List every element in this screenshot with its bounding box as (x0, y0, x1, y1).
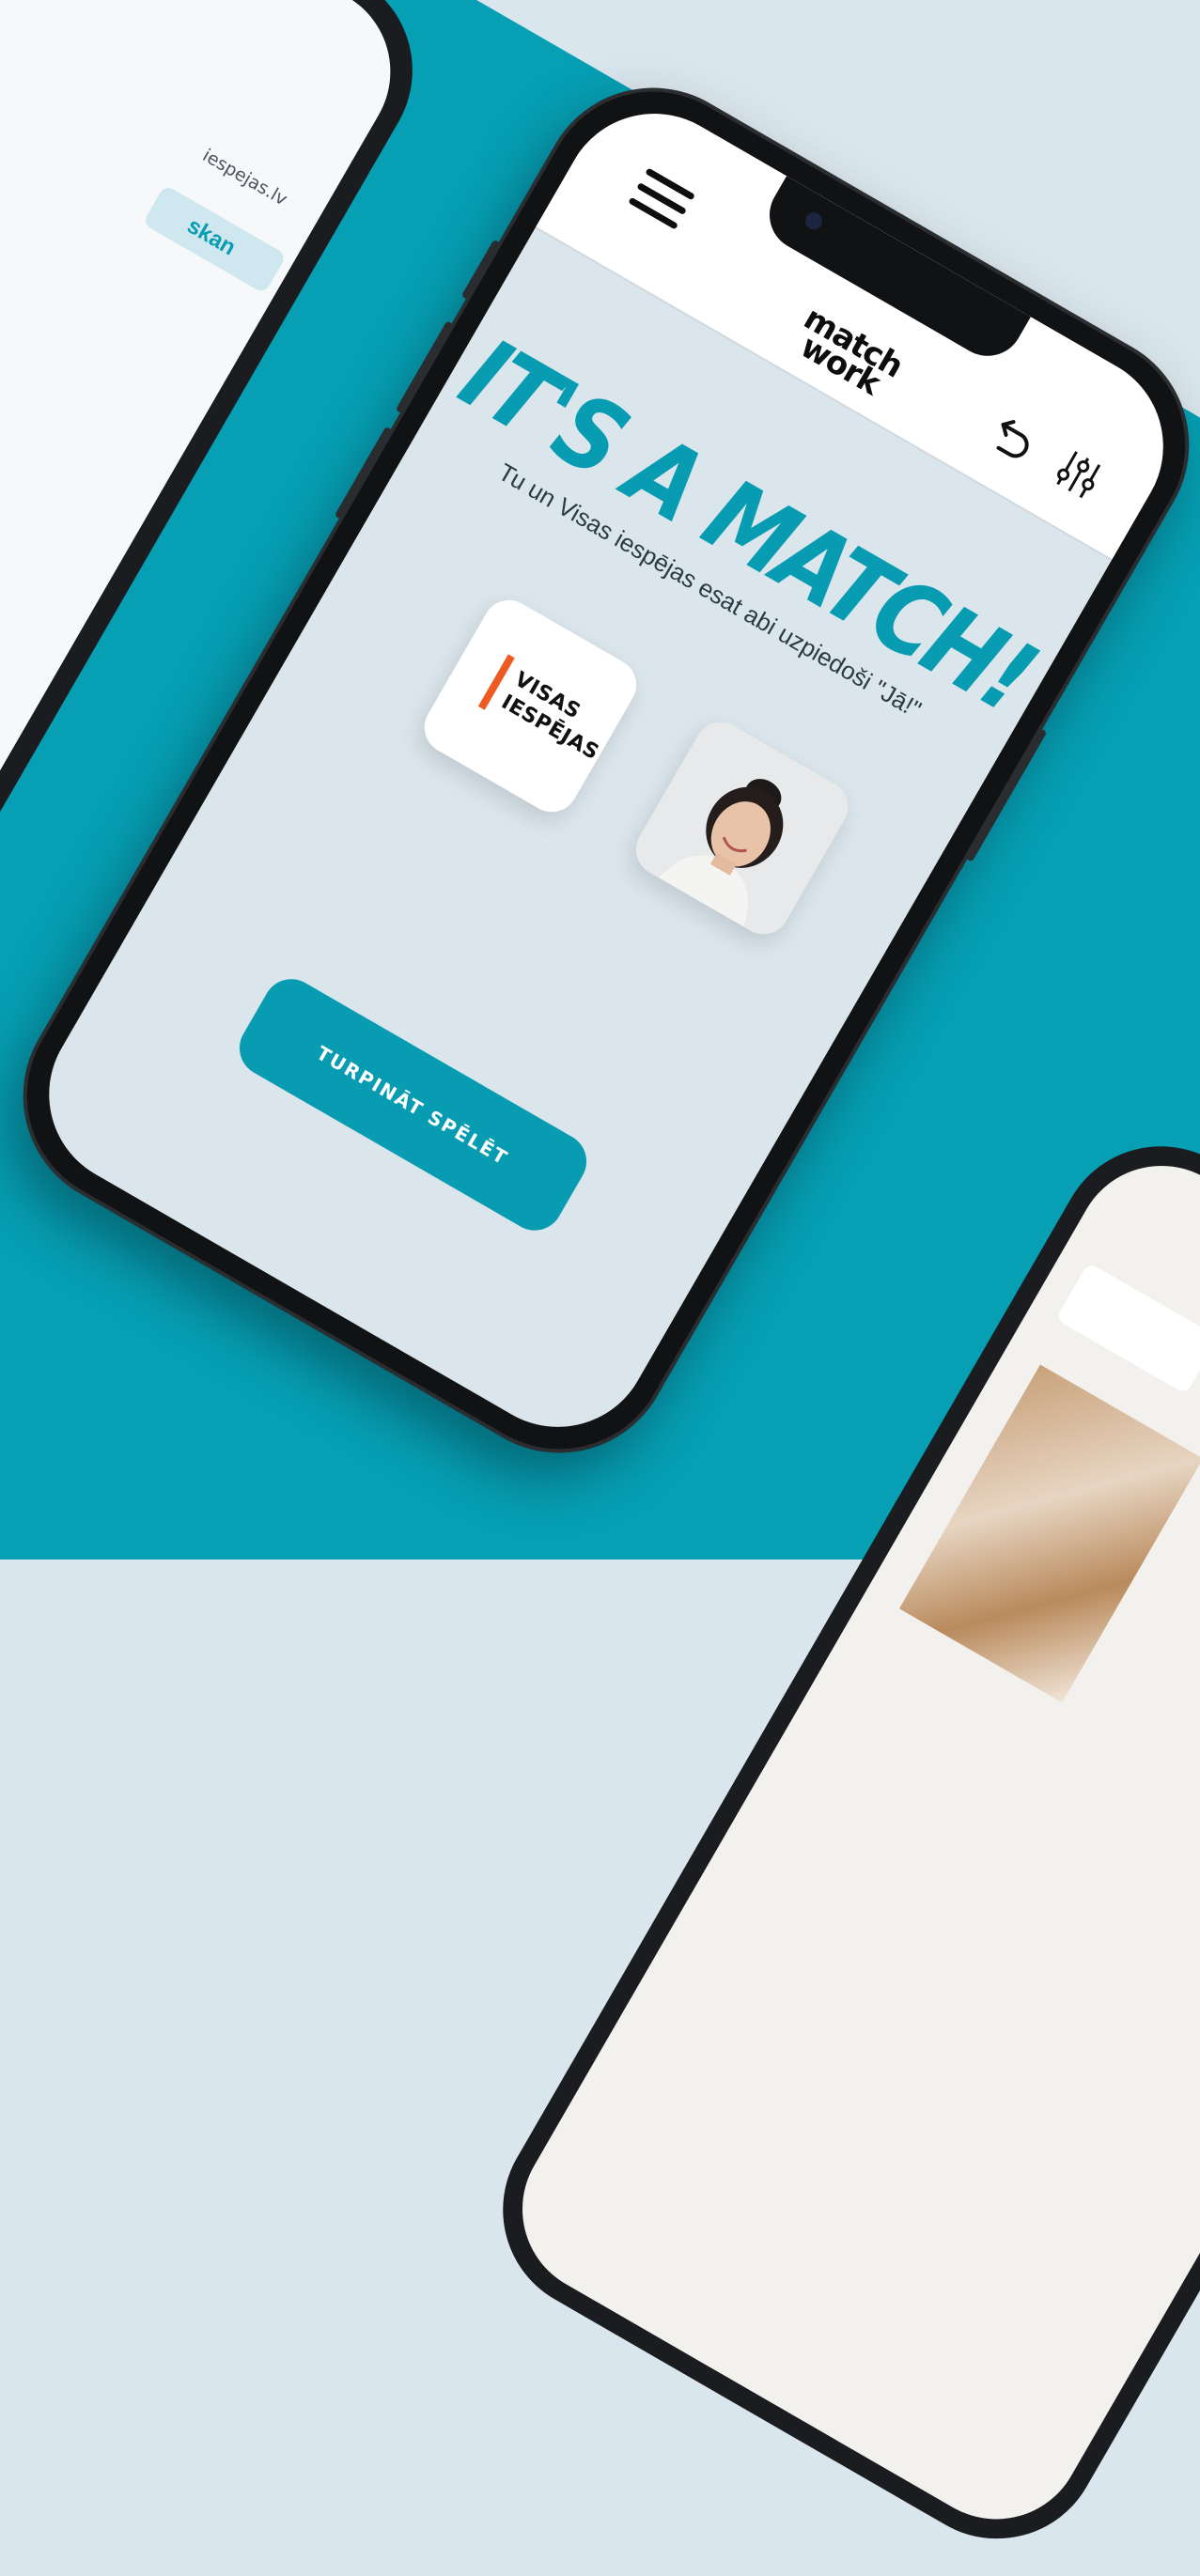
filter-sliders-icon[interactable] (1048, 443, 1110, 505)
user-avatar-photo (626, 712, 858, 944)
background-url-text: iespejas.lv (198, 145, 291, 210)
company-logo-text: VISAS IESPĒJAS (496, 667, 616, 767)
company-avatar: VISAS IESPĒJAS (414, 590, 647, 822)
hamburger-menu-icon[interactable] (628, 167, 696, 230)
front-camera (802, 209, 826, 233)
background-photo (898, 1364, 1200, 1703)
matchwork-logo: match work (787, 300, 909, 403)
background-tile (1055, 1262, 1200, 1395)
undo-arrow-icon[interactable] (984, 407, 1046, 469)
continue-playing-button[interactable]: TURPINĀT SPĒLĒT (228, 969, 598, 1241)
